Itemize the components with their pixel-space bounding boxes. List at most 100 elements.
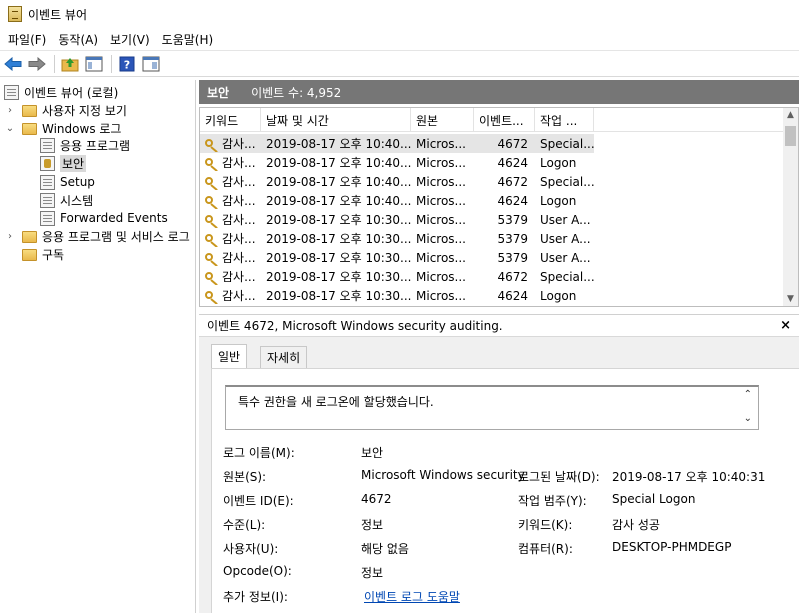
datetime-cell: 2019-08-17 오후 10:30...: [266, 232, 411, 246]
task-cell: Logon: [540, 193, 577, 208]
event-viewer-icon: [4, 84, 19, 100]
tree-item-system[interactable]: 시스템: [40, 191, 93, 209]
chevron-down-icon[interactable]: ⌄: [744, 413, 752, 424]
task-cell: User A...: [540, 231, 591, 246]
menu-action[interactable]: 동작(A): [52, 31, 104, 48]
keyword-text: 감사...: [222, 137, 256, 151]
chevron-up-icon[interactable]: ⌃: [744, 389, 752, 400]
tree-forwarded-events-label: Forwarded Events: [60, 211, 168, 225]
event-description[interactable]: 특수 권한을 새 로그온에 할당했습니다. ⌃ ⌄: [225, 385, 759, 430]
event-id-cell: 5379: [497, 212, 528, 227]
keyword-text: 감사...: [222, 194, 256, 208]
tree-item-root[interactable]: 이벤트 뷰어 (로컬): [4, 83, 118, 101]
navigation-tree: 이벤트 뷰어 (로컬) › 사용자 지정 보기 ⌄ Windows 로그 응용 …: [0, 80, 196, 613]
folder-icon: [22, 105, 37, 117]
user-value: 해당 없음: [361, 542, 409, 556]
tree-item-application[interactable]: 응용 프로그램: [40, 136, 130, 154]
table-row[interactable]: 감사... 2019-08-17 오후 10:30... Micros... 4672…: [200, 267, 594, 286]
table-row[interactable]: 감사... 2019-08-17 오후 10:30... Micros... 5379…: [200, 248, 594, 267]
toolbar-separator: [111, 54, 112, 73]
level-label: 수준(L):: [223, 518, 266, 532]
column-source[interactable]: 원본: [411, 108, 474, 132]
properties-pane-icon[interactable]: [140, 54, 162, 74]
table-row[interactable]: 감사... 2019-08-17 오후 10:30... Micros... 4624…: [200, 286, 594, 305]
datetime-cell: 2019-08-17 오후 10:30...: [266, 251, 411, 265]
forward-arrow-icon[interactable]: [26, 54, 48, 74]
source-cell: Micros...: [416, 231, 466, 246]
table-row[interactable]: 감사... 2019-08-17 오후 10:40... Micros... 4672…: [200, 172, 594, 191]
event-id-cell: 5379: [497, 231, 528, 246]
detail-title: 이벤트 4672, Microsoft Windows security aud…: [207, 319, 503, 333]
source-cell: Micros...: [416, 269, 466, 284]
menu-help[interactable]: 도움말(H): [156, 31, 220, 48]
toolbar: ?: [0, 50, 799, 77]
column-event-id[interactable]: 이벤트...: [474, 108, 535, 132]
event-id-cell: 4672: [497, 174, 528, 189]
menu-file[interactable]: 파일(F): [2, 31, 52, 48]
tree-app-services-label: 응용 프로그램 및 서비스 로그: [42, 229, 190, 244]
task-cell: Special...: [540, 136, 594, 151]
event-id-cell: 4624: [497, 193, 528, 208]
column-task-category[interactable]: 작업 ...: [535, 108, 594, 132]
chevron-right-icon[interactable]: ›: [4, 231, 16, 242]
key-icon: [205, 176, 219, 189]
security-log-icon: [40, 155, 55, 171]
help-icon[interactable]: ?: [116, 54, 138, 74]
event-list: 키워드 날짜 및 시간 원본 이벤트... 작업 ... 감사... 2019-0…: [199, 107, 799, 307]
tree-item-setup[interactable]: Setup: [40, 173, 95, 191]
show-hide-tree-icon[interactable]: [83, 54, 105, 74]
scroll-thumb[interactable]: [785, 126, 796, 146]
tree-item-custom-views[interactable]: › 사용자 지정 보기: [4, 101, 127, 119]
event-list-scrollbar[interactable]: ▲ ▼: [783, 108, 798, 306]
folder-icon: [22, 231, 37, 243]
general-tab-content: 특수 권한을 새 로그온에 할당했습니다. ⌃ ⌄ 로그 이름(M): 보안 원…: [211, 368, 799, 613]
logged-label: 로그된 날짜(D):: [518, 470, 600, 484]
scroll-up-icon[interactable]: ▲: [783, 108, 798, 122]
log-icon: [40, 192, 55, 208]
source-label: 원본(S):: [223, 470, 267, 484]
event-id-cell: 4672: [497, 269, 528, 284]
table-row[interactable]: 감사... 2019-08-17 오후 10:40... Micros... 4624…: [200, 153, 594, 172]
tree-item-windows-logs[interactable]: ⌄ Windows 로그: [4, 119, 122, 137]
chevron-right-icon[interactable]: ›: [4, 105, 16, 116]
log-icon: [40, 174, 55, 190]
menu-view[interactable]: 보기(V): [104, 31, 156, 48]
keyword-text: 감사...: [222, 213, 256, 227]
table-row[interactable]: 감사... 2019-08-17 오후 10:40... Micros... 4672…: [200, 134, 594, 153]
task-category-value: Special Logon: [612, 492, 696, 506]
table-row[interactable]: 감사... 2019-08-17 오후 10:30... Micros... 5379…: [200, 210, 594, 229]
task-cell: User A...: [540, 250, 591, 265]
tree-item-forwarded-events[interactable]: Forwarded Events: [40, 209, 168, 227]
key-icon: [205, 290, 219, 303]
up-folder-icon[interactable]: [59, 54, 81, 74]
event-id-cell: 5379: [497, 250, 528, 265]
column-keyword[interactable]: 키워드: [200, 108, 261, 132]
tab-details[interactable]: 자세히: [260, 346, 308, 368]
log-icon: [40, 137, 55, 153]
keyword-cell: 감사...: [200, 268, 261, 285]
datetime-cell: 2019-08-17 오후 10:30...: [266, 213, 411, 227]
scroll-down-icon[interactable]: ▼: [783, 292, 798, 306]
chevron-down-icon[interactable]: ⌄: [4, 123, 16, 134]
tree-windows-logs-label: Windows 로그: [42, 121, 122, 136]
tree-security-label: 보안: [60, 154, 87, 172]
subscriptions-folder-icon: [22, 249, 37, 261]
datetime-cell: 2019-08-17 오후 10:30...: [266, 270, 411, 284]
source-cell: Micros...: [416, 155, 466, 170]
tree-custom-views-label: 사용자 지정 보기: [42, 103, 127, 118]
back-arrow-icon[interactable]: [2, 54, 24, 74]
tree-item-app-services[interactable]: › 응용 프로그램 및 서비스 로그: [4, 227, 190, 245]
keyword-cell: 감사...: [200, 192, 261, 209]
tree-item-subscriptions[interactable]: 구독: [22, 245, 64, 263]
tree-item-security[interactable]: 보안: [40, 154, 87, 172]
datetime-cell: 2019-08-17 오후 10:30...: [266, 289, 411, 303]
key-icon: [205, 233, 219, 246]
event-log-help-link[interactable]: 이벤트 로그 도움말: [364, 588, 460, 605]
table-row[interactable]: 감사... 2019-08-17 오후 10:40... Micros... 4624…: [200, 191, 594, 210]
keyword-cell: 감사...: [200, 135, 261, 152]
close-icon[interactable]: ×: [780, 318, 791, 333]
tab-general[interactable]: 일반: [211, 344, 248, 368]
column-datetime[interactable]: 날짜 및 시간: [261, 108, 411, 132]
table-row[interactable]: 감사... 2019-08-17 오후 10:30... Micros... 5379…: [200, 229, 594, 248]
key-icon: [205, 138, 219, 151]
